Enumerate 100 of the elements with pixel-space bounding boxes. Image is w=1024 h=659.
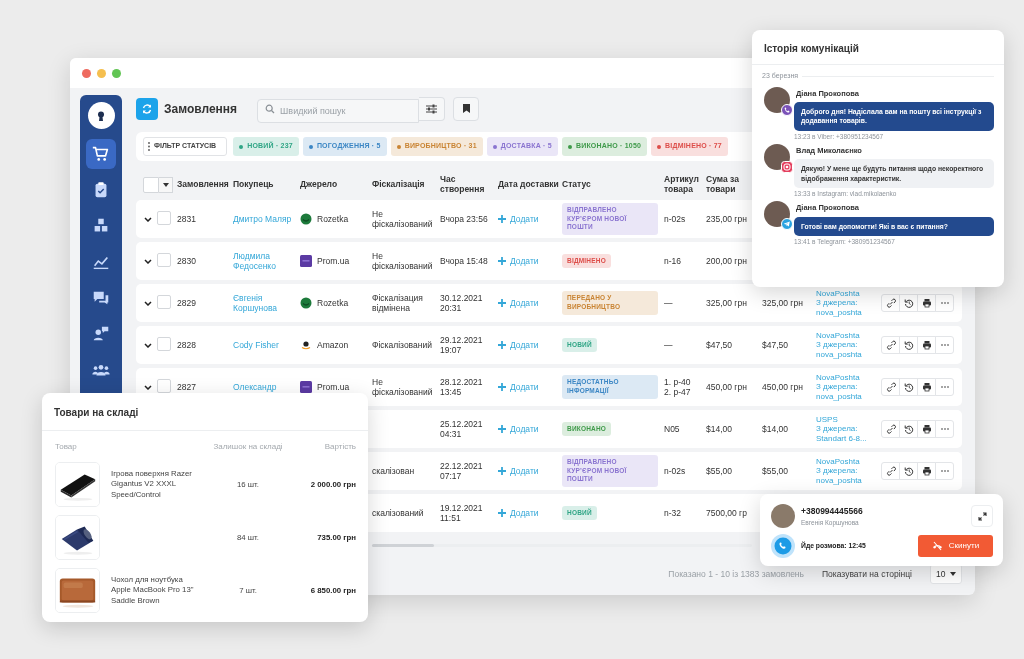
column-header: Артикул товара <box>664 174 700 195</box>
print-icon <box>921 340 932 350</box>
table-cell: 2827 <box>177 381 196 392</box>
chevron-icon <box>144 300 152 306</box>
shipping-link[interactable]: NovaPoshta З джерела: nova_poshta <box>816 373 878 401</box>
link-icon <box>885 340 896 350</box>
print-button[interactable] <box>917 462 936 480</box>
table-cell: $14,00 <box>762 423 788 434</box>
add-delivery-link[interactable]: Додати <box>498 339 539 351</box>
table-cell: Не фіскалізований <box>372 250 433 271</box>
table-cell: Не фіскалізований <box>372 376 433 397</box>
select-all-checkbox[interactable] <box>143 176 159 193</box>
table-cell: 2828 <box>177 339 196 350</box>
print-button[interactable] <box>917 378 936 396</box>
store-logo-icon <box>300 255 312 267</box>
print-button[interactable] <box>917 294 936 312</box>
search-field[interactable]: Швидкий пошук <box>257 98 420 123</box>
history-icon <box>903 466 914 476</box>
plus-icon <box>498 215 506 223</box>
hang-up-button[interactable]: Скинути <box>918 535 993 557</box>
customer-link[interactable]: Дмитро Маляр <box>233 213 295 225</box>
add-delivery-link[interactable]: Додати <box>498 507 539 519</box>
table-cell: 25.12.2021 04:31 <box>440 418 483 439</box>
link-icon <box>885 382 896 392</box>
history-icon <box>903 340 914 350</box>
sidebar-item[interactable] <box>86 139 116 169</box>
page-size-select[interactable]: 10 <box>930 564 962 584</box>
expand-button[interactable] <box>143 382 153 392</box>
bookmark-button[interactable] <box>453 96 480 121</box>
plus-icon <box>498 341 506 349</box>
table-cell: 2830 <box>177 255 196 266</box>
plus-icon <box>498 425 506 433</box>
row-checkbox[interactable] <box>157 210 171 225</box>
customer-link[interactable]: Людмила Федосенко <box>233 250 295 272</box>
shipping-link[interactable]: NovaPoshta З джерела: nova_poshta <box>816 331 878 359</box>
table-cell: Фіскалізация відмінена <box>372 292 423 313</box>
customer-link[interactable]: Євгенія Коршунова <box>233 292 295 314</box>
plus-icon <box>498 509 506 517</box>
panel-title: Товари на складі <box>42 393 368 431</box>
plus-icon <box>498 299 506 307</box>
refresh-button[interactable] <box>136 97 158 120</box>
table-cell: $55,00 <box>706 465 732 476</box>
avatar <box>764 86 790 113</box>
chevron-icon <box>144 342 152 348</box>
add-delivery-link[interactable]: Додати <box>498 297 539 309</box>
link-icon <box>885 466 896 476</box>
row-checkbox[interactable] <box>157 336 171 351</box>
table-cell: 29.12.2021 19:07 <box>440 334 483 355</box>
table-cell: n-02s <box>664 465 686 476</box>
print-button[interactable] <box>917 336 936 354</box>
print-icon <box>921 298 932 308</box>
column-header: Покупець <box>233 179 275 190</box>
plus-icon <box>498 383 506 391</box>
page-size-label: Показувати на сторінці <box>822 567 912 581</box>
table-cell: Amazon <box>317 339 349 351</box>
table-cell: 28.12.2021 13:45 <box>440 376 483 397</box>
column-header: Фіскалізація <box>372 179 426 190</box>
shipping-link[interactable]: NovaPoshta З джерела: nova_poshta <box>816 289 878 317</box>
page-title: Замовлення <box>164 100 238 118</box>
pagination-summary: Показано 1 - 10 із 1383 замовлень <box>668 567 804 581</box>
table-cell: Вчора 15:48 <box>440 255 488 266</box>
add-delivery-link[interactable]: Додати <box>498 465 539 477</box>
add-delivery-link[interactable]: Додати <box>498 423 539 435</box>
expand-button[interactable] <box>143 340 153 350</box>
table-cell: 1. p-40 2. p-47 <box>664 376 691 397</box>
customer-link[interactable]: Cody Fisher <box>233 339 295 351</box>
expand-button[interactable] <box>143 256 153 266</box>
shipping-link[interactable]: USPS З джерела: Standart 6-8... <box>816 415 878 443</box>
customer-link[interactable]: Олександр <box>233 381 295 393</box>
print-button[interactable] <box>917 420 936 438</box>
add-delivery-link[interactable]: Додати <box>498 213 539 225</box>
shipping-link[interactable]: NovaPoshta З джерела: nova_poshta <box>816 457 878 485</box>
add-delivery-link[interactable]: Додати <box>498 255 539 267</box>
column-header: Статус <box>562 179 592 190</box>
filter-button[interactable] <box>419 96 446 121</box>
expand-button[interactable] <box>143 298 153 308</box>
expand-button[interactable] <box>143 214 153 224</box>
row-checkbox[interactable] <box>157 252 171 267</box>
print-icon <box>921 466 932 476</box>
dropdown-button[interactable] <box>159 176 173 193</box>
print-icon <box>921 424 932 434</box>
search-icon <box>265 103 276 114</box>
add-delivery-link[interactable]: Додати <box>498 381 539 393</box>
row-checkbox[interactable] <box>157 378 171 393</box>
table-cell: Prom.ua <box>317 381 350 393</box>
refresh-icon <box>141 102 153 115</box>
column-header: Товар <box>55 441 78 453</box>
table-cell: 200,00 грн <box>706 255 747 266</box>
logo-icon <box>87 102 115 129</box>
store-logo-icon <box>300 297 312 309</box>
table-cell: n-16 <box>664 255 681 266</box>
camera-badge-icon <box>781 160 793 173</box>
avatar <box>764 143 790 170</box>
link-icon <box>885 298 896 308</box>
column-header: Вартість <box>323 441 356 453</box>
chevron-icon <box>144 258 152 264</box>
store-logo-icon <box>300 213 312 225</box>
row-checkbox[interactable] <box>157 294 171 309</box>
column-header: Дата доставки <box>498 179 560 190</box>
phone-call-icon <box>771 534 795 558</box>
